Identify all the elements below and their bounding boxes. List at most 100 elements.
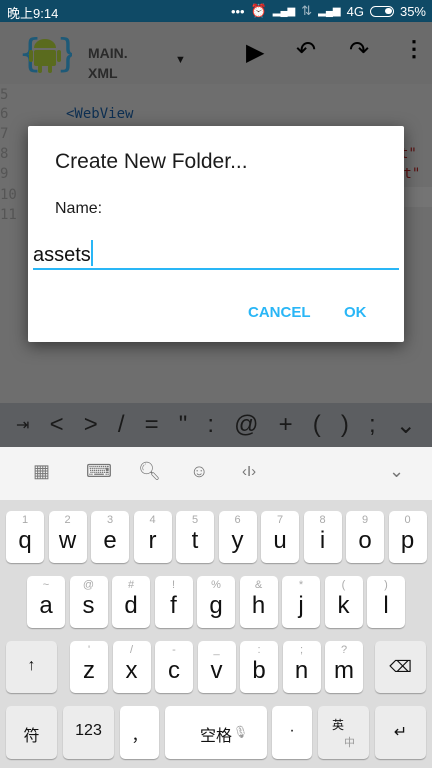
key-label: y [231, 527, 244, 554]
line-number: 10 [0, 187, 17, 203]
ok-button[interactable]: OK [344, 304, 367, 321]
key-secondary: _ [213, 644, 220, 656]
key-secondary: : [257, 644, 261, 656]
keyboard-icon[interactable]: ⌨ [86, 461, 112, 482]
numbers-key[interactable]: 123 [63, 706, 114, 759]
key-w[interactable]: 2w [48, 511, 87, 563]
undo-icon[interactable]: ↶ [296, 36, 316, 65]
key-label: t [191, 527, 199, 554]
key-secondary: % [211, 579, 221, 591]
keyboard-toolbar: ▦ ⌨ 🔍︎ ☺ ‹I› ⌄ [0, 447, 432, 500]
key-secondary: # [127, 579, 135, 591]
collapse-symbols-icon[interactable]: ⌄ [396, 411, 416, 440]
key-h[interactable]: & h [239, 576, 278, 628]
symbols-key[interactable]: 符 [6, 706, 57, 759]
tab-key[interactable]: ⇥ [16, 415, 29, 435]
key-secondary: 3 [106, 514, 114, 526]
run-icon[interactable]: ▶ [246, 38, 264, 67]
line-number: 9 [0, 166, 9, 182]
text-cursor [90, 240, 93, 266]
symbol-key[interactable]: > [84, 411, 98, 439]
symbol-key[interactable]: " [179, 411, 188, 439]
line-number: 11 [0, 207, 17, 223]
key-label: ⌫ [389, 659, 412, 676]
key-label: · [289, 722, 295, 739]
key-label: x [125, 657, 138, 684]
comma-key[interactable]: ， [120, 706, 159, 759]
key-y[interactable]: 6y [218, 511, 257, 563]
key-k[interactable]: (k [324, 576, 363, 628]
key-secondary: ) [384, 579, 388, 591]
emoji-icon[interactable]: ☺ [190, 461, 208, 482]
symbol-key[interactable]: / [118, 411, 125, 439]
language-switch-key[interactable]: 英中 [318, 706, 369, 759]
key-i[interactable]: 8i [303, 511, 342, 563]
line-number: 7 [0, 126, 9, 142]
redo-icon[interactable]: ↷ [349, 36, 369, 65]
key-j[interactable]: * j [282, 576, 320, 628]
cancel-button[interactable]: CANCEL [248, 304, 311, 321]
key-label: ， [131, 728, 148, 745]
key-b[interactable]: :b [240, 641, 278, 693]
collapse-keyboard-icon[interactable]: ⌄ [389, 461, 404, 482]
key-d[interactable]: # d [112, 576, 150, 628]
shift-key[interactable]: ↑ [6, 641, 57, 693]
key-c[interactable]: -c [155, 641, 193, 693]
symbol-key[interactable]: @ [234, 411, 258, 439]
key-m[interactable]: ? m [325, 641, 363, 693]
file-name[interactable]: MAIN. XML [88, 43, 128, 83]
search-icon[interactable]: 🔍︎ [138, 461, 161, 482]
keyboard: 1 q 2 w 3 e 4 r 5 t 6 y 7 u 8 i 9 o 0 p ~ a @ s # d! f% g & h * j(k) l ' z… [0, 500, 432, 768]
key-g[interactable]: % g [197, 576, 235, 628]
key-label: v [210, 657, 223, 684]
space-key[interactable]: 空格 🎙︎ [165, 706, 267, 759]
period-key[interactable]: · [272, 706, 312, 759]
name-label: Name: [55, 200, 103, 217]
key-s[interactable]: @ s [69, 576, 108, 628]
alarm-icon: ⏰ [250, 3, 267, 18]
key-label: h [251, 592, 266, 619]
dropdown-icon[interactable]: ▼ [175, 54, 186, 66]
symbol-key[interactable]: : [207, 411, 214, 439]
key-r[interactable]: 4r [133, 511, 172, 563]
key-l[interactable]: ) l [367, 576, 405, 628]
key-p[interactable]: 0p [388, 511, 427, 563]
key-o[interactable]: 9o [346, 511, 384, 563]
key-f[interactable]: ! f [154, 576, 193, 628]
grid-icon[interactable]: ▦ [33, 461, 50, 482]
key-a[interactable]: ~ a [27, 576, 65, 628]
line-number: 8 [0, 146, 9, 162]
symbol-key[interactable]: ( [313, 411, 321, 439]
app-logo[interactable]: { } [18, 30, 72, 76]
backspace-key[interactable]: ⌫ [375, 641, 426, 693]
key-secondary: * [298, 579, 304, 591]
key-v[interactable]: _ v [197, 641, 236, 693]
key-label: m [334, 657, 354, 684]
symbol-key[interactable]: ) [341, 411, 349, 439]
symbol-key[interactable]: ; [369, 411, 376, 439]
symbol-key[interactable]: < [50, 411, 64, 439]
status-time: 晚上9:14 [7, 6, 59, 21]
symbol-key[interactable]: = [145, 411, 159, 439]
key-secondary: ; [299, 644, 304, 656]
folder-name-input[interactable]: assets [33, 240, 399, 270]
key-q[interactable]: 1q [6, 511, 44, 563]
key-x[interactable]: / x [112, 641, 151, 693]
enter-key[interactable]: ↵ [375, 706, 426, 759]
key-label: 英 [332, 718, 345, 732]
key-n[interactable]: ; n [282, 641, 321, 693]
key-z[interactable]: ' z [70, 641, 108, 693]
key-e[interactable]: 3e [91, 511, 129, 563]
key-u[interactable]: 7u [261, 511, 299, 563]
cursor-icon[interactable]: ‹I› [242, 463, 256, 480]
key-label: g [209, 592, 223, 619]
key-label: u [273, 527, 287, 554]
battery-level: 35% [399, 3, 426, 19]
overflow-menu-icon[interactable]: ⋮ [403, 36, 425, 62]
key-label: s [82, 592, 95, 619]
line-number: 6 [0, 106, 9, 122]
key-t[interactable]: 5t [176, 511, 214, 563]
status-bar: 晚上9:14 ••• ⏰ ▂▄▆ ⇅ ▂▄▆ 4G 35% [0, 0, 432, 22]
key-secondary: 8 [319, 514, 326, 526]
symbol-key[interactable]: + [279, 411, 293, 439]
